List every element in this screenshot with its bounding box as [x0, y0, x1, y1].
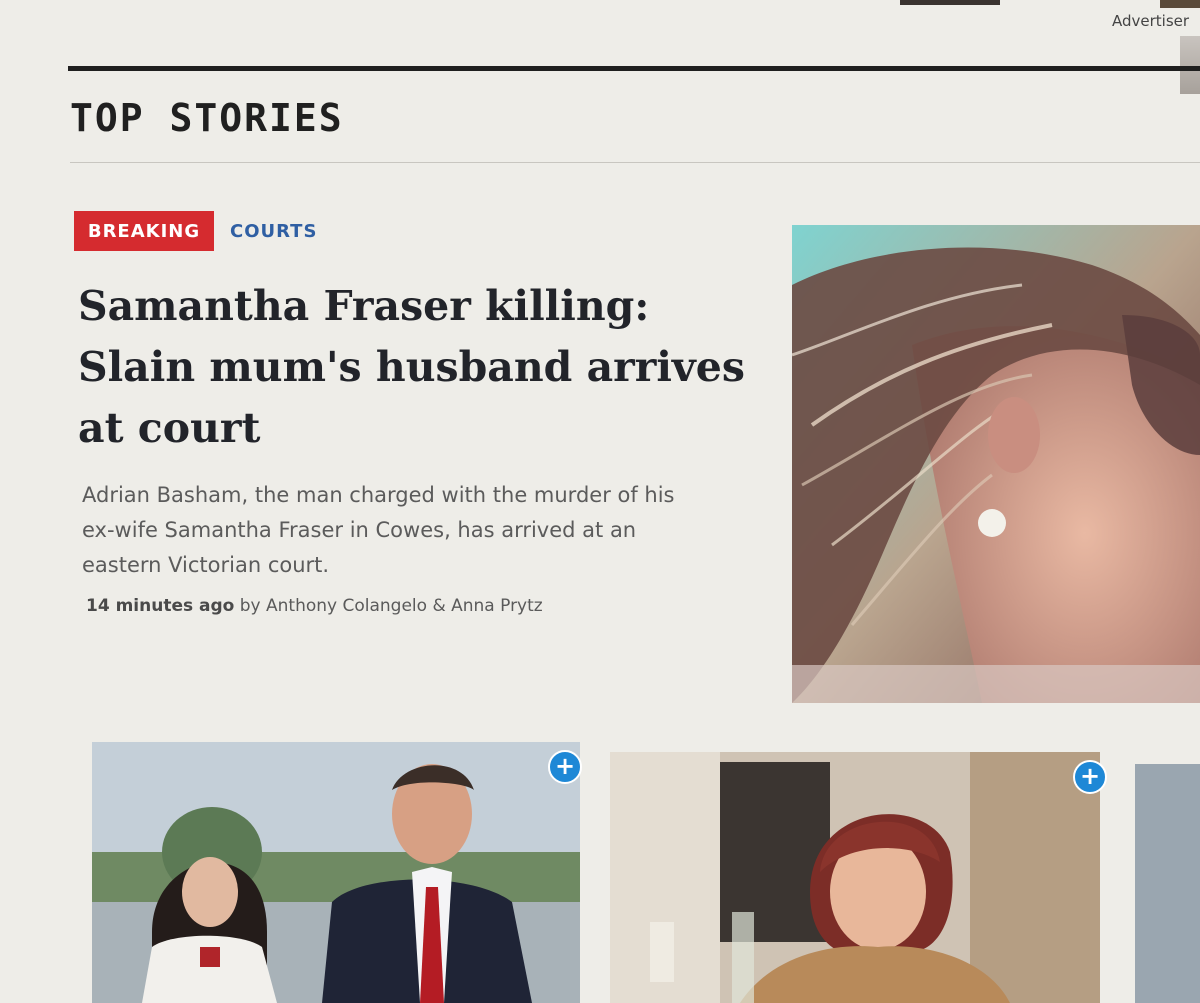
- advertisement-label: Advertiser: [1112, 12, 1190, 30]
- photo-illustration: [792, 225, 1200, 703]
- headline-line[interactable]: at court: [78, 398, 798, 459]
- story-card-photo[interactable]: [1135, 764, 1200, 1003]
- summary-line: eastern Victorian court.: [82, 553, 330, 577]
- advertisement-image[interactable]: [1180, 36, 1200, 94]
- photo-illustration: [610, 752, 1100, 1003]
- advertisement-strip: [0, 0, 1200, 16]
- add-story-button[interactable]: +: [548, 750, 582, 784]
- add-story-button[interactable]: +: [1073, 760, 1107, 794]
- photo-illustration: [92, 742, 580, 1003]
- section-divider: [70, 162, 1200, 163]
- breaking-badge[interactable]: BREAKING: [74, 211, 214, 251]
- advertisement-image[interactable]: [900, 0, 1000, 5]
- plus-icon: +: [554, 752, 576, 780]
- lead-story-photo[interactable]: [792, 225, 1200, 703]
- story-meta: 14 minutes ago by Anthony Colangelo & An…: [86, 596, 543, 616]
- story-card-photo[interactable]: [92, 742, 580, 1003]
- story-byline: by Anthony Colangelo & Anna Prytz: [239, 596, 543, 616]
- lead-story-summary: Adrian Basham, the man charged with the …: [82, 478, 802, 583]
- category-link-courts[interactable]: COURTS: [230, 221, 317, 242]
- headline-line[interactable]: Slain mum's husband arrives: [78, 337, 798, 398]
- summary-line: ex-wife Samantha Fraser in Cowes, has ar…: [82, 518, 637, 542]
- lead-story-headline[interactable]: Samantha Fraser killing: Slain mum's hus…: [78, 276, 798, 459]
- story-timestamp: 14 minutes ago: [86, 596, 235, 616]
- plus-icon: +: [1079, 762, 1101, 790]
- section-divider: [68, 66, 1200, 71]
- story-card-photo[interactable]: [610, 752, 1100, 1003]
- summary-line: Adrian Basham, the man charged with the …: [82, 483, 675, 507]
- headline-line[interactable]: Samantha Fraser killing:: [78, 276, 798, 337]
- section-title: TOP STORIES: [70, 96, 344, 140]
- advertisement-image[interactable]: [1160, 0, 1200, 8]
